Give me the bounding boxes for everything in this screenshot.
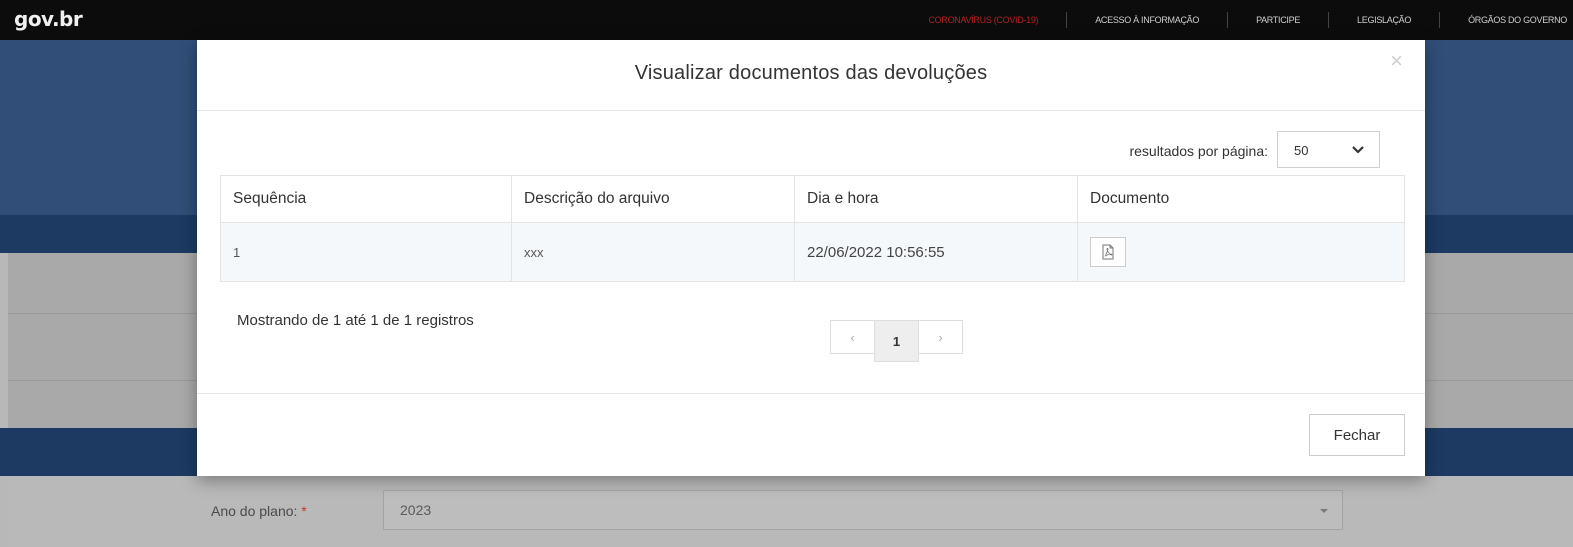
table-row: 1 xxx 22/06/2022 10:56:55 — [220, 222, 1405, 282]
nav-link-acesso-informacao[interactable]: ACESSO À INFORMAÇÃO — [1066, 12, 1227, 28]
govbr-logo[interactable]: gov.br — [14, 7, 83, 31]
pagination-next[interactable]: › — [918, 320, 963, 354]
nav-link-orgaos-governo[interactable]: ÓRGÃOS DO GOVERNO — [1439, 12, 1573, 28]
pdf-file-icon — [1102, 244, 1114, 260]
plan-year-label: Ano do plano: * — [211, 503, 307, 519]
close-icon[interactable]: × — [1390, 50, 1403, 72]
top-navigation: CORONAVÍRUS (COVID-19) ACESSO À INFORMAÇ… — [900, 0, 1573, 40]
cell-descricao: xxx — [511, 222, 795, 282]
cell-sequencia: 1 — [220, 222, 512, 282]
column-header-sequencia[interactable]: Sequência — [220, 175, 512, 223]
required-mark: * — [301, 503, 307, 519]
modal-footer: Fechar — [197, 393, 1425, 477]
modal-title: Visualizar documentos das devoluções — [634, 62, 988, 84]
nav-link-participe[interactable]: PARTICIPE — [1227, 12, 1328, 28]
results-per-page-label: resultados por página: — [1129, 143, 1268, 159]
nav-link-coronavirus[interactable]: CORONAVÍRUS (COVID-19) — [900, 12, 1066, 28]
records-info: Mostrando de 1 até 1 de 1 registros — [237, 312, 474, 329]
plan-year-select[interactable]: 2023 — [383, 490, 1343, 530]
column-header-documento[interactable]: Documento — [1077, 175, 1405, 223]
caret-down-icon — [1320, 509, 1328, 513]
close-button[interactable]: Fechar — [1309, 414, 1405, 456]
column-header-descricao[interactable]: Descrição do arquivo — [511, 175, 795, 223]
nav-link-legislacao[interactable]: LEGISLAÇÃO — [1328, 12, 1439, 28]
documents-table: Sequência Descrição do arquivo Dia e hor… — [220, 175, 1405, 282]
view-document-button[interactable] — [1090, 237, 1126, 267]
pagination-previous[interactable]: ‹ — [830, 320, 875, 354]
cell-dia-hora: 22/06/2022 10:56:55 — [794, 222, 1078, 282]
pagination: ‹ 1 › — [830, 320, 963, 362]
pagination-page-current[interactable]: 1 — [874, 320, 919, 362]
plan-year-value: 2023 — [400, 502, 432, 518]
results-per-page-select[interactable]: 50 — [1277, 131, 1380, 168]
cell-documento — [1077, 222, 1405, 282]
chevron-down-icon — [1352, 146, 1364, 154]
table-header-row: Sequência Descrição do arquivo Dia e hor… — [220, 175, 1405, 223]
column-header-dia-hora[interactable]: Dia e hora — [794, 175, 1078, 223]
results-per-page-value: 50 — [1294, 143, 1309, 158]
modal-header: Visualizar documentos das devoluções × — [197, 40, 1425, 111]
documents-modal: Visualizar documentos das devoluções × r… — [197, 40, 1425, 476]
top-bar: gov.br CORONAVÍRUS (COVID-19) ACESSO À I… — [0, 0, 1573, 40]
